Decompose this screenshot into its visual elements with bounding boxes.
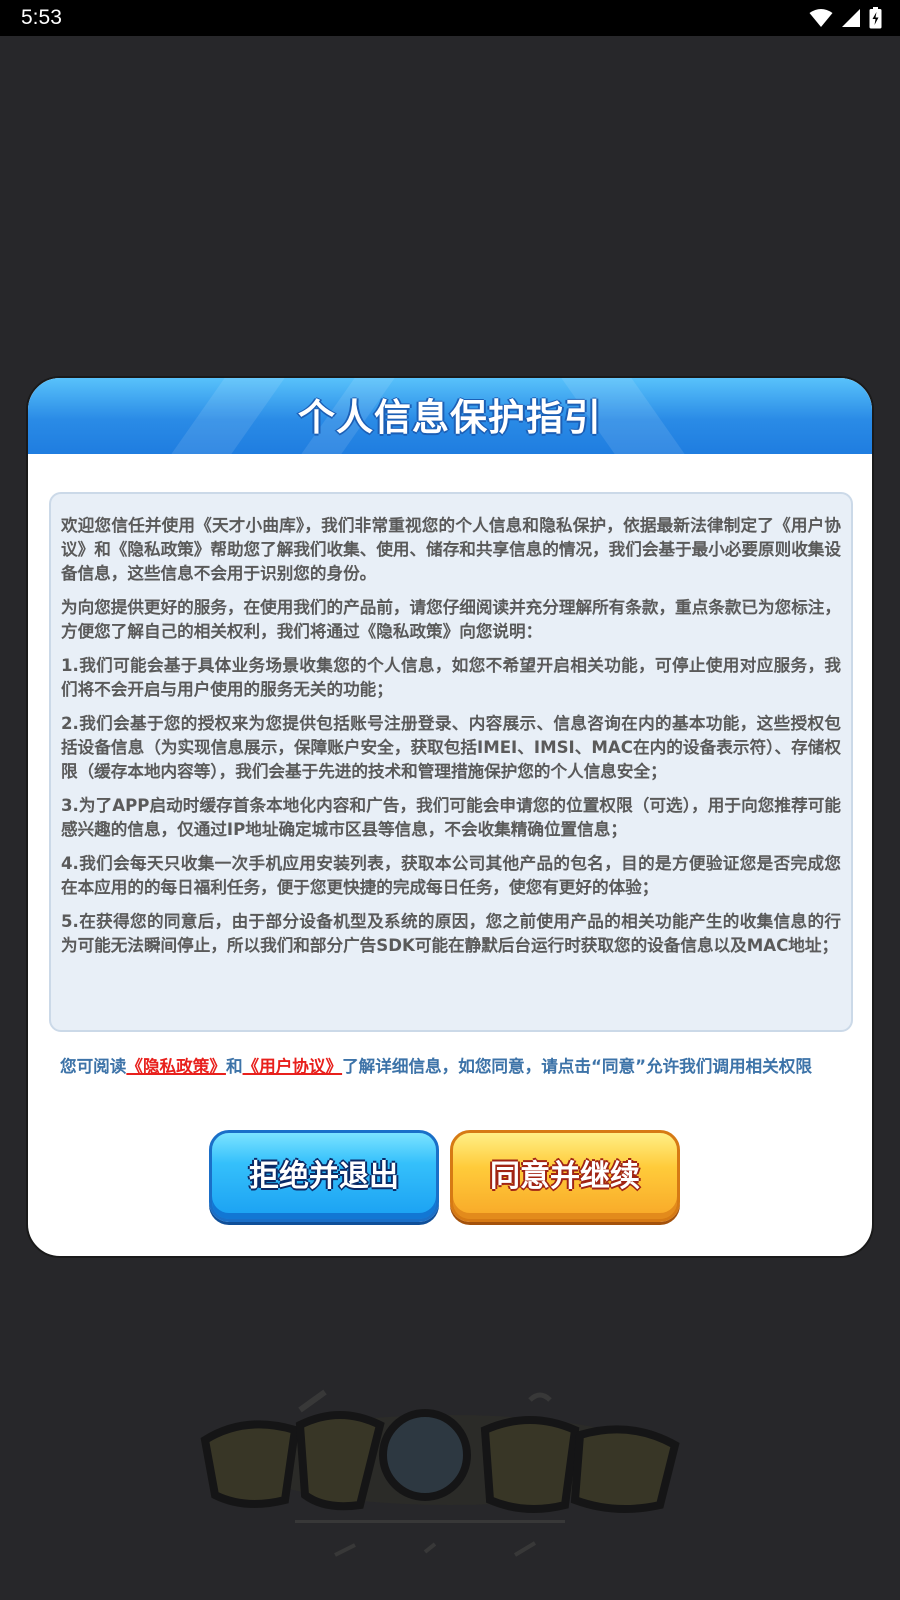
dialog-title: 个人信息保护指引 (298, 396, 602, 439)
terms-paragraph: 2.我们会基于您的授权来为您提供包括账号注册登录、内容展示、信息咨询在内的基本功… (61, 714, 841, 781)
consent-suffix: 了解详细信息，如您同意，请点击“同意”允许我们调用相关权限 (342, 1057, 812, 1076)
consent-note: 您可阅读《隐私政策》和《用户协议》了解详细信息，如您同意，请点击“同意”允许我们… (60, 1054, 850, 1080)
consent-and: 和 (225, 1057, 243, 1076)
dialog-header: 个人信息保护指引 (28, 378, 872, 454)
terms-paragraph: 3.为了APP启动时缓存首条本地化内容和广告，我们可能会申请您的位置权限（可选）… (61, 796, 841, 839)
terms-paragraph: 1.我们可能会基于具体业务场景收集您的个人信息，如您不希望开启相关功能，可停止使… (61, 656, 841, 699)
terms-paragraph: 5.在获得您的同意后，由于部分设备机型及系统的原因，您之前使用产品的相关功能产生… (61, 912, 841, 955)
background-logo (200, 1389, 680, 1557)
status-icons (809, 7, 882, 29)
privacy-policy-link[interactable]: 《隐私政策》 (126, 1057, 226, 1076)
terms-paragraph: 4.我们会每天只收集一次手机应用安装列表，获取本公司其他产品的包名，目的是方便验… (61, 854, 841, 897)
user-agreement-link[interactable]: 《用户协议》 (243, 1057, 343, 1076)
privacy-dialog: 个人信息保护指引 欢迎您信任并使用《天才小曲库》，我们非常重视您的个人信息和隐私… (26, 376, 874, 1258)
consent-prefix: 您可阅读 (60, 1057, 127, 1076)
status-bar: 5:53 (0, 0, 900, 36)
terms-paragraph: 为向您提供更好的服务，在使用我们的产品前，请您仔细阅读并充分理解所有条款，重点条… (61, 598, 841, 641)
decline-exit-button[interactable]: 拒绝并退出 (209, 1130, 439, 1222)
signal-icon (842, 9, 860, 27)
agree-continue-button[interactable]: 同意并继续 (450, 1130, 680, 1222)
terms-paragraph: 欢迎您信任并使用《天才小曲库》，我们非常重视您的个人信息和隐私保护，依据最新法律… (61, 516, 841, 583)
wifi-icon (809, 9, 833, 27)
battery-icon (869, 7, 882, 29)
terms-box[interactable]: 欢迎您信任并使用《天才小曲库》，我们非常重视您的个人信息和隐私保护，依据最新法律… (49, 492, 853, 1032)
status-time: 5:53 (21, 6, 62, 29)
